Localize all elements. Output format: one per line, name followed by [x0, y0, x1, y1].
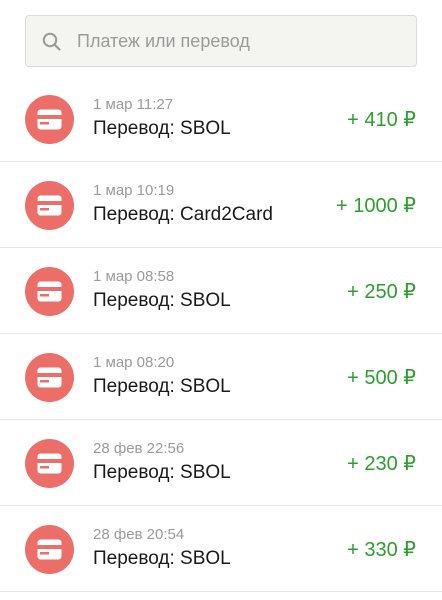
transaction-date: 1 мар 08:58 — [93, 268, 175, 285]
transaction-title: Перевод: SBOL — [93, 376, 231, 397]
search-input[interactable] — [77, 16, 406, 66]
search-bar[interactable] — [25, 15, 417, 67]
bank-card-icon — [25, 267, 74, 316]
transaction-date: 28 фев 22:56 — [93, 440, 185, 457]
transaction-amount: + 500 ₽ — [347, 367, 416, 389]
transaction-date: 1 мар 10:19 — [93, 182, 175, 199]
transaction-row[interactable]: 28 фев 20:54 Перевод: SBOL + 330 ₽ — [0, 506, 442, 592]
payments-screen: 1 мар 11:27 Перевод: SBOL + 410 ₽ 1 мар … — [0, 0, 442, 600]
transaction-date: 28 фев 20:54 — [93, 526, 185, 543]
bank-card-icon — [25, 181, 74, 230]
transaction-amount: + 230 ₽ — [347, 453, 416, 475]
search-icon — [42, 32, 62, 52]
transaction-title: Перевод: SBOL — [93, 462, 231, 483]
transaction-amount: + 410 ₽ — [347, 109, 416, 131]
transaction-row[interactable]: 1 мар 08:58 Перевод: SBOL + 250 ₽ — [0, 248, 442, 334]
transaction-title: Перевод: SBOL — [93, 548, 231, 569]
transaction-row[interactable]: 1 мар 11:27 Перевод: SBOL + 410 ₽ — [0, 76, 442, 162]
bank-card-icon — [25, 525, 74, 574]
transaction-row[interactable]: 1 мар 08:20 Перевод: SBOL + 500 ₽ — [0, 334, 442, 420]
transaction-amount: + 1000 ₽ — [335, 195, 416, 217]
transaction-row[interactable]: 28 фев 22:56 Перевод: SBOL + 230 ₽ — [0, 420, 442, 506]
transaction-amount: + 330 ₽ — [347, 539, 416, 561]
bank-card-icon — [25, 353, 74, 402]
transaction-date: 1 мар 08:20 — [93, 354, 175, 371]
transaction-title: Перевод: SBOL — [93, 118, 231, 139]
bank-card-icon — [25, 439, 74, 488]
bank-card-icon — [25, 95, 74, 144]
transaction-date: 1 мар 11:27 — [93, 96, 174, 113]
transaction-title: Перевод: Card2Card — [93, 204, 273, 225]
transaction-amount: + 250 ₽ — [347, 281, 416, 303]
transaction-row[interactable]: 1 мар 10:19 Перевод: Card2Card + 1000 ₽ — [0, 162, 442, 248]
transaction-list: 1 мар 11:27 Перевод: SBOL + 410 ₽ 1 мар … — [0, 76, 442, 592]
transaction-title: Перевод: SBOL — [93, 290, 231, 311]
